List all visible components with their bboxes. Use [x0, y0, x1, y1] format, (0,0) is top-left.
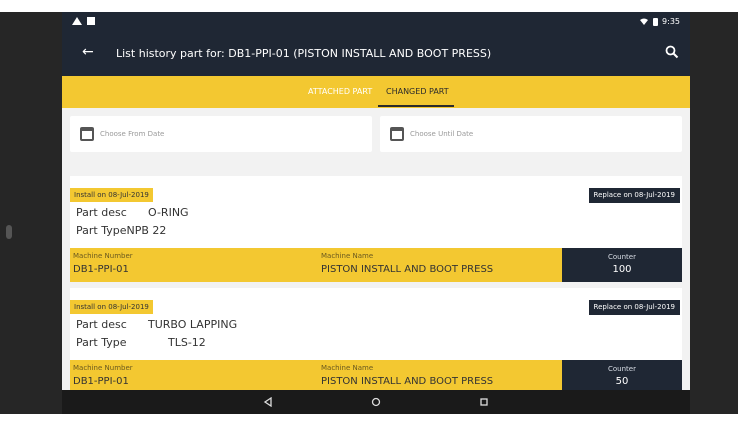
history-card[interactable]: Install on 08-Jul-2019 Replace on 08-Jul… — [70, 288, 682, 394]
replace-date-badge: Replace on 08-Jul-2019 — [588, 300, 680, 315]
tab-bar: ATTACHED PART CHANGED PART — [62, 76, 690, 108]
from-date-picker[interactable]: Choose From Date — [70, 116, 372, 152]
image-notification-icon — [87, 17, 95, 25]
machine-name-label: Machine Name — [321, 252, 374, 260]
tab-changed-part[interactable]: CHANGED PART — [386, 87, 449, 96]
part-desc-label: Part desc — [76, 206, 127, 219]
calendar-icon — [390, 127, 404, 141]
counter-value: 100 — [612, 264, 632, 275]
part-type-value: NPB 22 — [126, 224, 167, 237]
date-filter-row: Choose From Date Choose Until Date — [62, 108, 690, 166]
part-type-label: Part Type — [76, 224, 127, 237]
status-bar: 9:35 — [62, 12, 690, 32]
history-card[interactable]: Install on 08-Jul-2019 Replace on 08-Jul… — [70, 176, 682, 282]
replace-date-badge: Replace on 08-Jul-2019 — [588, 188, 680, 203]
nav-home-icon[interactable] — [368, 394, 384, 410]
part-desc-row: Part desc TURBO LAPPING — [76, 318, 237, 331]
machine-number-value: DB1-PPI-01 — [73, 264, 129, 275]
machine-info-row: Machine Number DB1-PPI-01 Machine Name P… — [70, 248, 682, 282]
install-date-badge: Install on 08-Jul-2019 — [70, 188, 153, 202]
nav-back-icon[interactable] — [260, 394, 276, 410]
page-title: List history part for: DB1-PPI-01 (PISTO… — [116, 47, 492, 60]
battery-icon — [653, 17, 659, 26]
app-bar: ← List history part for: DB1-PPI-01 (PIS… — [62, 32, 690, 76]
part-desc-value: O-RING — [148, 206, 189, 219]
part-desc-row: Part desc O-RING — [76, 206, 189, 219]
install-date-badge: Install on 08-Jul-2019 — [70, 300, 153, 314]
machine-number-value: DB1-PPI-01 — [73, 376, 129, 387]
machine-name-value: PISTON INSTALL AND BOOT PRESS — [321, 376, 494, 387]
part-type-row: Part Type TLS-12 — [76, 336, 206, 349]
machine-name-cell: Machine Name PISTON INSTALL AND BOOT PRE… — [318, 360, 562, 394]
history-list: Install on 08-Jul-2019 Replace on 08-Jul… — [62, 166, 690, 414]
part-type-value: TLS-12 — [168, 336, 206, 349]
wifi-icon — [640, 18, 649, 25]
part-desc-label: Part desc — [76, 318, 127, 331]
machine-info-row: Machine Number DB1-PPI-01 Machine Name P… — [70, 360, 682, 394]
search-icon[interactable] — [664, 44, 680, 60]
tab-attached-part[interactable]: ATTACHED PART — [308, 87, 372, 96]
device-bezel-left — [0, 12, 62, 414]
from-date-placeholder: Choose From Date — [100, 130, 165, 138]
app-screen: 9:35 ← List history part for: DB1-PPI-01… — [62, 12, 690, 414]
android-nav-bar — [62, 390, 690, 414]
nav-recent-icon[interactable] — [476, 394, 492, 410]
device-bezel-right — [690, 12, 738, 414]
active-tab-indicator — [378, 105, 454, 107]
back-arrow-icon[interactable]: ← — [82, 44, 94, 60]
counter-label: Counter — [608, 253, 636, 261]
machine-number-cell: Machine Number DB1-PPI-01 — [70, 360, 318, 394]
machine-name-cell: Machine Name PISTON INSTALL AND BOOT PRE… — [318, 248, 562, 282]
calendar-icon — [80, 127, 94, 141]
machine-name-value: PISTON INSTALL AND BOOT PRESS — [321, 264, 494, 275]
machine-name-label: Machine Name — [321, 364, 374, 372]
clock: 9:35 — [662, 17, 680, 26]
until-date-picker[interactable]: Choose Until Date — [380, 116, 682, 152]
machine-number-label: Machine Number — [73, 364, 133, 372]
until-date-placeholder: Choose Until Date — [410, 130, 474, 138]
counter-value: 50 — [615, 376, 629, 387]
counter-label: Counter — [608, 365, 636, 373]
counter-cell: Counter 50 — [562, 360, 682, 394]
part-type-label: Part Type — [76, 336, 127, 349]
alert-icon — [72, 17, 82, 25]
camera-dot — [6, 225, 12, 239]
machine-number-cell: Machine Number DB1-PPI-01 — [70, 248, 318, 282]
machine-number-label: Machine Number — [73, 252, 133, 260]
part-type-row: Part TypeNPB 22 — [76, 224, 166, 237]
device-frame: 9:35 ← List history part for: DB1-PPI-01… — [0, 0, 738, 426]
counter-cell: Counter 100 — [562, 248, 682, 282]
part-desc-value: TURBO LAPPING — [148, 318, 238, 331]
